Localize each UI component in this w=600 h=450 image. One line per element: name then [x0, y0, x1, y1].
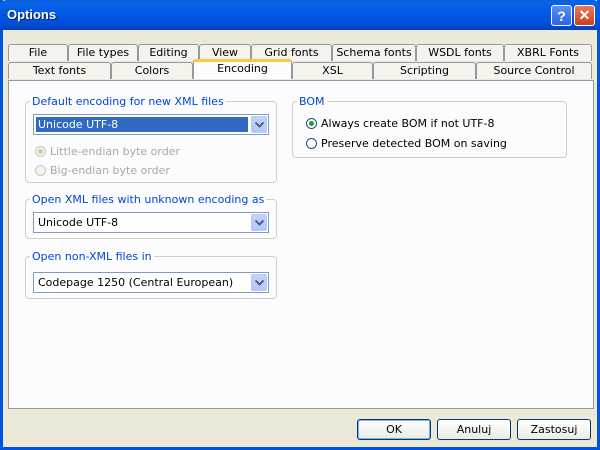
bom-group: BOM Always create BOM if not UTF-8 Prese… [292, 95, 567, 158]
default-encoding-legend: Default encoding for new XML files [30, 95, 226, 108]
tab-source-control[interactable]: Source Control [476, 62, 592, 79]
tab-encoding[interactable]: Encoding [193, 59, 292, 79]
tab-file-types[interactable]: File types [68, 44, 138, 61]
tab-xbrl-fonts[interactable]: XBRL Fonts [504, 44, 592, 61]
tab-schema-fonts[interactable]: Schema fonts [332, 44, 416, 61]
cancel-button[interactable]: Anuluj [437, 419, 511, 440]
tab-editing[interactable]: Editing [138, 44, 199, 61]
little-endian-radio[interactable]: Little-endian byte order [35, 144, 180, 158]
tab-xsl[interactable]: XSL [292, 62, 373, 79]
non-xml-select[interactable]: Codepage 1250 (Central European) [33, 272, 269, 293]
tab-file[interactable]: File [8, 44, 68, 61]
window-title: Options [7, 7, 57, 22]
apply-button[interactable]: Zastosuj [517, 419, 591, 440]
tab-colors[interactable]: Colors [111, 62, 193, 79]
title-bar: Options ? ✕ [0, 0, 600, 30]
chevron-down-icon[interactable] [251, 116, 267, 133]
close-icon[interactable]: ✕ [574, 5, 595, 26]
radio-checked-icon [35, 145, 46, 157]
non-xml-value: Codepage 1250 (Central European) [38, 276, 234, 289]
preserve-bom-label: Preserve detected BOM on saving [321, 136, 507, 150]
help-icon[interactable]: ? [551, 5, 572, 26]
big-endian-radio[interactable]: Big-endian byte order [35, 163, 170, 177]
unknown-encoding-select[interactable]: Unicode UTF-8 [33, 212, 269, 233]
radio-checked-icon [306, 117, 317, 129]
preserve-bom-radio[interactable]: Preserve detected BOM on saving [306, 136, 507, 150]
always-create-bom-radio[interactable]: Always create BOM if not UTF-8 [306, 116, 494, 130]
tab-text-fonts[interactable]: Text fonts [8, 62, 111, 79]
unknown-encoding-legend: Open XML files with unknown encoding as [30, 193, 267, 206]
default-encoding-select[interactable]: Unicode UTF-8 [33, 114, 269, 135]
always-create-bom-label: Always create BOM if not UTF-8 [321, 116, 495, 130]
ok-button[interactable]: OK [357, 419, 431, 440]
default-encoding-group: Default encoding for new XML files Unico… [25, 95, 277, 183]
non-xml-group: Open non-XML files in Codepage 1250 (Cen… [25, 250, 277, 299]
encoding-panel: Default encoding for new XML files Unico… [8, 80, 594, 409]
unknown-encoding-group: Open XML files with unknown encoding as … [25, 193, 277, 239]
chevron-down-icon[interactable] [251, 274, 267, 291]
little-endian-label: Little-endian byte order [50, 144, 180, 158]
default-encoding-value: Unicode UTF-8 [36, 117, 248, 132]
radio-unchecked-icon [306, 137, 317, 149]
tab-scripting[interactable]: Scripting [373, 62, 476, 79]
big-endian-label: Big-endian byte order [50, 163, 170, 177]
tab-wsdl-fonts[interactable]: WSDL fonts [416, 44, 504, 61]
radio-unchecked-icon [35, 164, 46, 176]
non-xml-legend: Open non-XML files in [30, 250, 154, 263]
bom-legend: BOM [297, 95, 327, 108]
unknown-encoding-value: Unicode UTF-8 [38, 216, 119, 229]
chevron-down-icon[interactable] [251, 214, 267, 231]
